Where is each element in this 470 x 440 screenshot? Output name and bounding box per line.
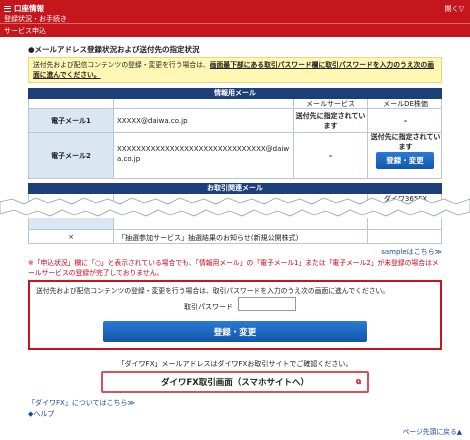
row-text: 「抽選参加サービス」抽選結果のお知らせ(新規公開株式): [114, 230, 368, 243]
sample-link[interactable]: sampleはこちら≫: [381, 247, 442, 257]
header-title-row: 口座情報: [4, 3, 44, 14]
table-row: × 「抽選参加サービス」抽選結果のお知らせ(新規公開株式): [28, 230, 442, 244]
help-link[interactable]: ◆ヘルプ: [28, 409, 54, 419]
password-label: 取引パスワード: [184, 303, 233, 311]
trade-password-input[interactable]: [238, 297, 296, 311]
table-row: [28, 218, 442, 230]
de-status: –: [403, 116, 408, 125]
breadcrumb: サービス申込: [4, 27, 46, 35]
notice-text: 送付先および配信コンテンツの登録・変更を行う場合は、: [33, 61, 210, 69]
fx-note: 「ダイワFX」メールアドレスはダイワFXお取引サイトでご確認ください。: [117, 360, 353, 368]
external-window-icon: ⧉: [356, 378, 361, 386]
form-instruction: 送付先および配信コンテンツの登録・変更を行う場合は、取引パスワードを入力のうえ次…: [36, 287, 390, 295]
header-divider: [0, 23, 470, 24]
service-status: –: [294, 133, 368, 178]
de-cell: 送付先に指定されています 登録・変更: [368, 133, 443, 178]
service-status: 送付先に指定されています: [294, 109, 368, 132]
password-form: 送付先および配信コンテンツの登録・変更を行う場合は、取引パスワードを入力のうえ次…: [28, 280, 442, 350]
submit-button[interactable]: 登録・変更: [103, 321, 367, 342]
info-mail-colheader: メールサービス メールDE株価: [28, 99, 442, 109]
row-mark: ×: [29, 230, 114, 243]
torn-edge-divider: [0, 197, 470, 217]
row-label: 電子メール1: [29, 109, 114, 132]
table-row: 電子メール2 XXXXXXXXXXXXXXXXXXXXXXXXXXXXXXX@d…: [28, 133, 442, 179]
section-title: ●メールアドレス登録状況および送付先の指定状況: [28, 45, 200, 54]
trade-mail-header: お取引関連メール: [28, 183, 442, 194]
de-status: 送付先に指定されています: [370, 133, 441, 151]
email-address: XXXXX@daiwa.co.jp: [114, 109, 294, 132]
email-address: XXXXXXXXXXXXXXXXXXXXXXXXXXXXXXX@daiwa.co…: [114, 133, 294, 178]
back-to-top-link[interactable]: ページ先頭に戻る▲: [403, 426, 462, 436]
warning-text: ※「申込状況」欄に「○」と表示されている場合でも、「情報用メール」の「電子メール…: [28, 259, 439, 277]
header-title: 口座情報: [14, 4, 44, 13]
col-mail-service: メールサービス: [294, 99, 368, 108]
change-button[interactable]: 登録・変更: [376, 152, 434, 169]
menu-icon[interactable]: [4, 5, 11, 12]
open-toggle[interactable]: 開く▽: [445, 4, 464, 14]
table-row: 電子メール1 XXXXX@daiwa.co.jp 送付先に指定されています –: [28, 109, 442, 133]
notice-box: 送付先および配信コンテンツの登録・変更を行う場合は、画面最下部にある取引パスワー…: [28, 57, 442, 83]
app-header: 口座情報 登録状況・お手続き サービス申込 開く▽: [0, 0, 470, 37]
col-mail-de: メールDE株価: [383, 99, 428, 108]
fx-smartphone-button[interactable]: ダイワFX取引画面（スマホサイトへ） ⧉: [101, 371, 369, 393]
about-fx-link[interactable]: 「ダイワFX」についてはこちら≫: [28, 398, 135, 408]
fx-button-label: ダイワFX取引画面（スマホサイトへ）: [160, 378, 310, 388]
info-mail-header: 情報用メール: [28, 88, 442, 99]
row-label: 電子メール2: [29, 133, 114, 178]
